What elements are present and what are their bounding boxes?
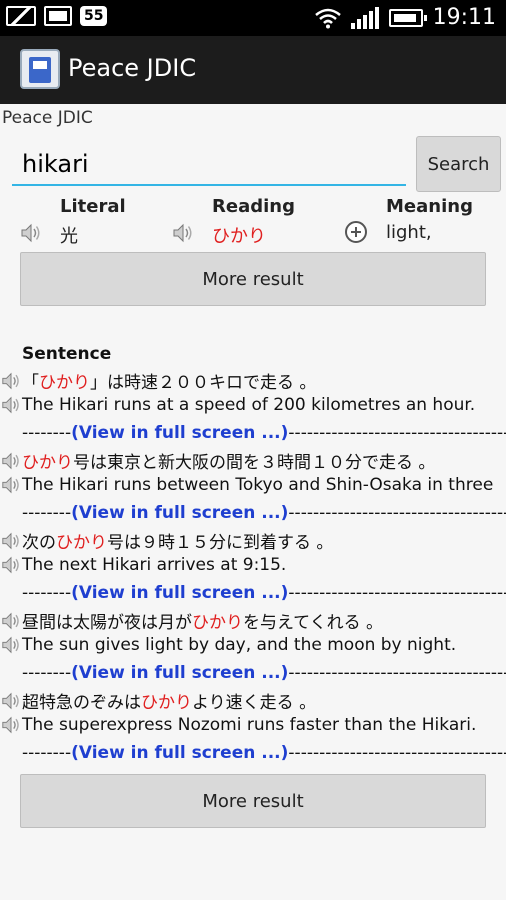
mail-icon bbox=[6, 6, 36, 26]
en-text: The next Hikari arrives at 9:15. bbox=[22, 555, 287, 575]
view-full-screen-link[interactable]: (View in full screen ...) bbox=[71, 663, 288, 683]
sentence-header: Sentence bbox=[22, 344, 112, 364]
status-bar: 55 19:11 bbox=[0, 0, 506, 36]
wifi-icon bbox=[314, 8, 341, 28]
app-logo-icon[interactable] bbox=[20, 49, 60, 89]
sentence-separator: --------(View in full screen ...)-------… bbox=[22, 423, 506, 447]
sentence-japanese: 「ひかり」は時速２００キロで走る 。 bbox=[0, 368, 506, 394]
search-button[interactable]: Search bbox=[416, 136, 501, 192]
jp-suffix: を与えてくれる 。 bbox=[243, 613, 384, 633]
en-text: The Hikari runs between Tokyo and Shin-O… bbox=[22, 475, 494, 495]
sentence-english: The next Hikari arrives at 9:15. bbox=[0, 555, 506, 581]
jp-highlight: ひかり bbox=[56, 533, 107, 553]
battery-icon bbox=[388, 8, 427, 27]
plus-circle-icon[interactable] bbox=[345, 221, 367, 243]
image-icon bbox=[44, 6, 72, 26]
action-bar: Peace JDIC bbox=[0, 36, 506, 106]
main-content: Peace JDIC Search Literal Reading Meanin… bbox=[0, 104, 506, 900]
jp-prefix: 「 bbox=[22, 373, 39, 393]
separator-dashes-right: ----------------------------------------… bbox=[288, 503, 506, 523]
jp-highlight: ひかり bbox=[192, 613, 243, 633]
meaning-header: Meaning bbox=[386, 196, 473, 217]
signal-icon bbox=[350, 6, 379, 29]
speaker-icon[interactable] bbox=[0, 475, 22, 495]
literal-value: 光 bbox=[60, 226, 78, 247]
sentence-english: The Hikari runs at a speed of 200 kilome… bbox=[0, 395, 506, 421]
literal-header: Literal bbox=[60, 196, 126, 217]
en-text: The sun gives light by day, and the moon… bbox=[22, 635, 457, 655]
en-text: The superexpress Nozomi runs faster than… bbox=[22, 715, 477, 735]
sentence-japanese: 次のひかり号は９時１５分に到着する 。 bbox=[0, 528, 506, 554]
separator-dashes-right: ----------------------------------------… bbox=[288, 663, 506, 683]
view-full-screen-link[interactable]: (View in full screen ...) bbox=[71, 743, 288, 763]
separator-dashes-left: -------- bbox=[22, 743, 72, 763]
speaker-icon[interactable] bbox=[0, 611, 22, 631]
separator-dashes-left: -------- bbox=[22, 423, 72, 443]
view-full-screen-link[interactable]: (View in full screen ...) bbox=[71, 583, 288, 603]
literal-speaker-icon[interactable] bbox=[20, 222, 42, 244]
sentence-english: The superexpress Nozomi runs faster than… bbox=[0, 715, 506, 741]
view-full-screen-link[interactable]: (View in full screen ...) bbox=[71, 503, 288, 523]
reading-speaker-icon[interactable] bbox=[172, 222, 194, 244]
jp-highlight: ひかり bbox=[141, 693, 192, 713]
speaker-icon[interactable] bbox=[0, 371, 22, 391]
separator-dashes-left: -------- bbox=[22, 583, 72, 603]
clock: 19:11 bbox=[432, 5, 496, 30]
separator-dashes-right: ----------------------------------------… bbox=[288, 583, 506, 603]
sentence-separator: --------(View in full screen ...)-------… bbox=[22, 663, 506, 687]
speaker-icon[interactable] bbox=[0, 451, 22, 471]
sentence-japanese: 超特急のぞみはひかりより速く走る 。 bbox=[0, 688, 506, 714]
system-icons: 19:11 bbox=[314, 5, 496, 30]
sentence-english: The sun gives light by day, and the moon… bbox=[0, 635, 506, 661]
separator-dashes-left: -------- bbox=[22, 503, 72, 523]
sentence-separator: --------(View in full screen ...)-------… bbox=[22, 583, 506, 607]
sentence-separator: --------(View in full screen ...)-------… bbox=[22, 743, 506, 767]
jp-suffix: 号は９時１５分に到着する 。 bbox=[107, 533, 334, 553]
view-full-screen-link[interactable]: (View in full screen ...) bbox=[71, 423, 288, 443]
speaker-icon[interactable] bbox=[0, 531, 22, 551]
jp-suffix: より速く走る 。 bbox=[192, 693, 317, 713]
app-title: Peace JDIC bbox=[68, 54, 197, 82]
notification-icons: 55 bbox=[6, 6, 108, 26]
sentence-japanese: 昼間は太陽が夜は月がひかりを与えてくれる 。 bbox=[0, 608, 506, 634]
meaning-value: light, bbox=[386, 222, 432, 243]
page-subtitle: Peace JDIC bbox=[2, 108, 93, 128]
speaker-icon[interactable] bbox=[0, 691, 22, 711]
speaker-icon[interactable] bbox=[0, 555, 22, 575]
jp-suffix: 」は時速２００キロで走る 。 bbox=[90, 373, 317, 393]
more-result-button-bottom[interactable]: More result bbox=[20, 774, 486, 828]
separator-dashes-right: ----------------------------------------… bbox=[288, 423, 506, 443]
notification-badge: 55 bbox=[80, 6, 108, 26]
sentence-separator: --------(View in full screen ...)-------… bbox=[22, 503, 506, 527]
sentence-japanese: ひかり号は東京と新大阪の間を３時間１０分で走る 。 bbox=[0, 448, 506, 474]
jp-highlight: ひかり bbox=[39, 373, 90, 393]
reading-header: Reading bbox=[212, 196, 295, 217]
jp-highlight: ひかり bbox=[22, 453, 73, 473]
reading-value: ひかり bbox=[212, 226, 266, 247]
separator-dashes-right: ----------------------------------------… bbox=[288, 743, 506, 763]
jp-prefix: 昼間は太陽が夜は月が bbox=[22, 613, 192, 633]
jp-suffix: 号は東京と新大阪の間を３時間１０分で走る 。 bbox=[73, 453, 436, 473]
search-input[interactable] bbox=[12, 144, 406, 186]
sentence-english: The Hikari runs between Tokyo and Shin-O… bbox=[0, 475, 506, 501]
speaker-icon[interactable] bbox=[0, 395, 22, 415]
more-result-button-top[interactable]: More result bbox=[20, 252, 486, 306]
en-text: The Hikari runs at a speed of 200 kilome… bbox=[22, 395, 476, 415]
jp-prefix: 次の bbox=[22, 533, 56, 553]
speaker-icon[interactable] bbox=[0, 715, 22, 735]
separator-dashes-left: -------- bbox=[22, 663, 72, 683]
speaker-icon[interactable] bbox=[0, 635, 22, 655]
jp-prefix: 超特急のぞみは bbox=[22, 693, 141, 713]
